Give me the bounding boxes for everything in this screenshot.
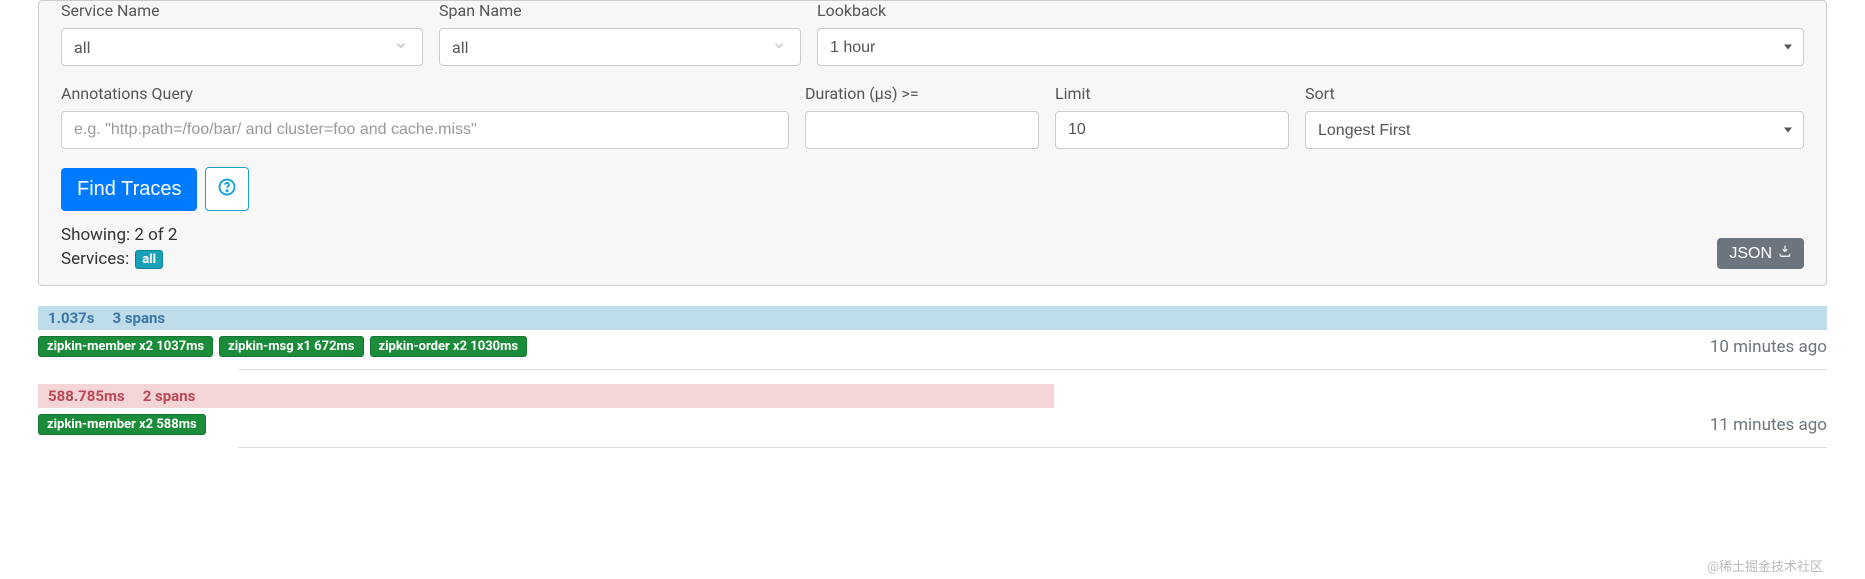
service-span-tag: zipkin-member x2 588ms (38, 414, 206, 435)
services-badge: all (135, 250, 163, 269)
filter-row-2: Annotations Query Duration (µs) >= Limit… (61, 84, 1804, 149)
sort-select[interactable]: Longest First (1305, 111, 1804, 149)
trace-row[interactable]: 588.785ms 2 spans zipkin-member x2 588ms 11… (38, 384, 1827, 448)
duration-input[interactable] (805, 111, 1039, 149)
trace-time-ago: 11 minutes ago (1710, 415, 1827, 435)
service-name-label: Service Name (61, 1, 423, 20)
limit-group: Limit (1055, 84, 1289, 149)
service-span-tag: zipkin-msg x1 672ms (219, 336, 363, 357)
showing-text: Showing: 2 of 2 (61, 225, 249, 245)
search-panel: Service Name all Span Name all Lookback (38, 0, 1827, 286)
annotations-group: Annotations Query (61, 84, 789, 149)
actions-left: Find Traces Showing: 2 of 2 Services: al… (61, 167, 249, 269)
span-name-select[interactable]: all (439, 28, 801, 66)
actions-row: Find Traces Showing: 2 of 2 Services: al… (61, 167, 1804, 269)
service-span-tag: zipkin-order x2 1030ms (370, 336, 528, 357)
trace-span-count: 2 spans (143, 387, 196, 405)
service-name-select[interactable]: all (61, 28, 423, 66)
trace-meta: zipkin-member x2 1037ms zipkin-msg x1 672… (38, 336, 1827, 357)
json-download-button[interactable]: JSON (1717, 238, 1804, 269)
filter-row-1: Service Name all Span Name all Lookback (61, 1, 1804, 66)
json-label: JSON (1729, 245, 1772, 263)
trace-tags: zipkin-member x2 1037ms zipkin-msg x1 672… (38, 336, 527, 357)
lookback-select[interactable]: 1 hour (817, 28, 1804, 66)
lookback-label: Lookback (817, 1, 1804, 20)
results-list: 1.037s3 spanszipkin-member x2 1037mszipk… (38, 306, 1827, 448)
duration-group: Duration (µs) >= (805, 84, 1039, 149)
trace-span-count: 3 spans (112, 309, 165, 327)
trace-tags: zipkin-member x2 588ms (38, 414, 206, 435)
limit-label: Limit (1055, 84, 1289, 103)
help-button[interactable] (205, 167, 249, 211)
service-name-group: Service Name all (61, 1, 423, 66)
trace-time-ago: 10 minutes ago (1710, 337, 1827, 357)
lookback-select-wrap: 1 hour (817, 28, 1804, 66)
question-circle-icon (218, 178, 236, 201)
trace-row[interactable]: 1.037s3 spanszipkin-member x2 1037mszipk… (38, 306, 1827, 370)
lookback-group: Lookback 1 hour (817, 1, 1804, 66)
limit-input[interactable] (1055, 111, 1289, 149)
trace-divider (238, 447, 1827, 448)
span-name-group: Span Name all (439, 1, 801, 66)
button-row: Find Traces (61, 167, 249, 211)
annotations-input[interactable] (61, 111, 789, 149)
sort-label: Sort (1305, 84, 1804, 103)
chevron-down-icon (772, 38, 786, 57)
trace-meta: zipkin-member x2 588ms 11 minutes ago (38, 414, 1827, 435)
duration-label: Duration (µs) >= (805, 84, 1039, 103)
trace-duration: 588.785ms (48, 387, 125, 405)
find-traces-button[interactable]: Find Traces (61, 168, 197, 211)
services-label: Services: (61, 249, 129, 269)
trace-duration: 1.037s (48, 309, 94, 327)
chevron-down-icon (394, 38, 408, 57)
services-line: Services: all (61, 249, 249, 269)
sort-select-wrap: Longest First (1305, 111, 1804, 149)
service-name-value: all (74, 38, 90, 57)
download-icon (1778, 244, 1792, 263)
sort-group: Sort Longest First (1305, 84, 1804, 149)
watermark: @稀土掘金技术社区 (1707, 556, 1823, 575)
annotations-label: Annotations Query (61, 84, 789, 103)
span-name-label: Span Name (439, 1, 801, 20)
service-span-tag: zipkin-member x2 1037ms (38, 336, 213, 357)
span-name-value: all (452, 38, 468, 57)
trace-duration-bar[interactable]: 1.037s 3 spans (38, 306, 1827, 330)
trace-duration-bar[interactable]: 588.785ms 2 spans (38, 384, 1054, 408)
trace-divider (238, 369, 1827, 370)
